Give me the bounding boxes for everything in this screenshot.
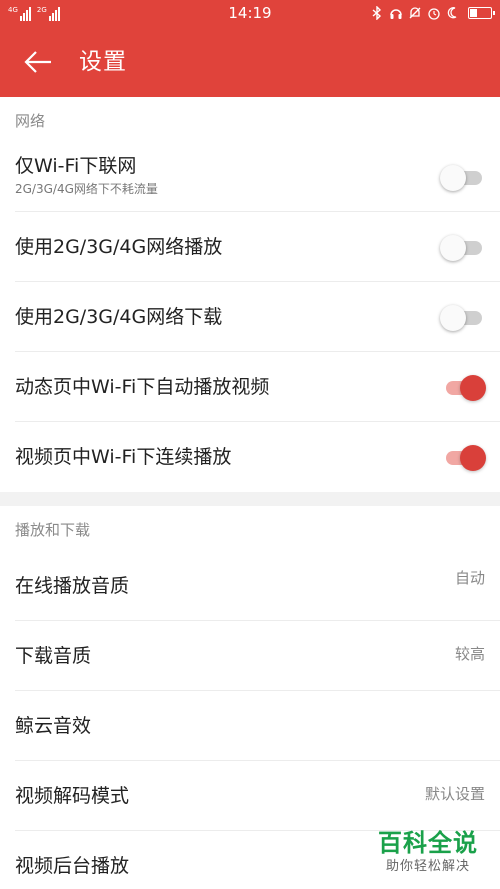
setting-value: 自动 [454, 569, 485, 587]
setting-label: 使用2G/3G/4G网络下载 [15, 306, 223, 328]
setting-label: 下载音质 [15, 645, 92, 667]
back-button[interactable] [20, 47, 56, 77]
setting-label: 视频解码模式 [15, 785, 130, 807]
setting-value: 较高 [454, 645, 485, 663]
setting-label: 仅Wi-Fi下联网 [15, 155, 137, 177]
wifi-only-toggle[interactable] [440, 163, 484, 191]
setting-video-decode[interactable]: 视频解码模式 默认设置 [15, 761, 500, 831]
setting-label: 在线播放音质 [15, 575, 130, 597]
status-icons [370, 5, 495, 21]
settings-list: 网络 仅Wi-Fi下联网 2G/3G/4G网络下不耗流量 使用2G/3G/4G网… [0, 97, 500, 889]
setting-online-quality[interactable]: 在线播放音质 自动 [15, 551, 500, 621]
setting-sublabel: 2G/3G/4G网络下不耗流量 [15, 182, 158, 196]
setting-label: 动态页中Wi-Fi下自动播放视频 [15, 376, 270, 398]
battery-icon [468, 7, 495, 19]
setting-sound-effect[interactable]: 鲸云音效 [15, 691, 500, 761]
setting-label: 视频后台播放 [15, 855, 130, 877]
alarm-icon [427, 6, 441, 20]
mobile-play-toggle[interactable] [440, 233, 484, 261]
setting-mobile-download[interactable]: 使用2G/3G/4G网络下载 [15, 282, 500, 352]
arrow-left-icon [24, 51, 51, 73]
watermark-subtitle: 助你轻松解决 [385, 859, 470, 874]
bluetooth-icon [370, 6, 384, 20]
setting-feed-autoplay[interactable]: 动态页中Wi-Fi下自动播放视频 [15, 352, 500, 422]
setting-label: 鲸云音效 [15, 715, 92, 737]
setting-label: 视频页中Wi-Fi下连续播放 [15, 446, 232, 468]
watermark-title: 百科全说 [378, 829, 478, 857]
page-title: 设置 [79, 49, 127, 75]
section-divider [0, 492, 500, 506]
setting-wifi-only[interactable]: 仅Wi-Fi下联网 2G/3G/4G网络下不耗流量 [15, 142, 500, 212]
status-bar: 4G 2G 14:19 [0, 0, 500, 27]
setting-mobile-play[interactable]: 使用2G/3G/4G网络播放 [15, 212, 500, 282]
moon-icon [446, 6, 460, 20]
headset-icon [389, 6, 403, 20]
section-header-network: 网络 [15, 112, 46, 130]
feed-autoplay-toggle[interactable] [444, 373, 486, 401]
app-bar: 设置 [0, 27, 500, 97]
setting-video-continuous[interactable]: 视频页中Wi-Fi下连续播放 [15, 422, 500, 492]
mute-icon [408, 6, 422, 20]
setting-download-quality[interactable]: 下载音质 较高 [15, 621, 500, 691]
video-continuous-toggle[interactable] [444, 443, 486, 471]
setting-label: 使用2G/3G/4G网络播放 [15, 236, 223, 258]
mobile-download-toggle[interactable] [440, 303, 484, 331]
watermark-logo: 百科全说 助你轻松解决 [368, 828, 488, 876]
setting-value: 默认设置 [424, 785, 485, 803]
section-header-playback: 播放和下载 [15, 521, 91, 539]
